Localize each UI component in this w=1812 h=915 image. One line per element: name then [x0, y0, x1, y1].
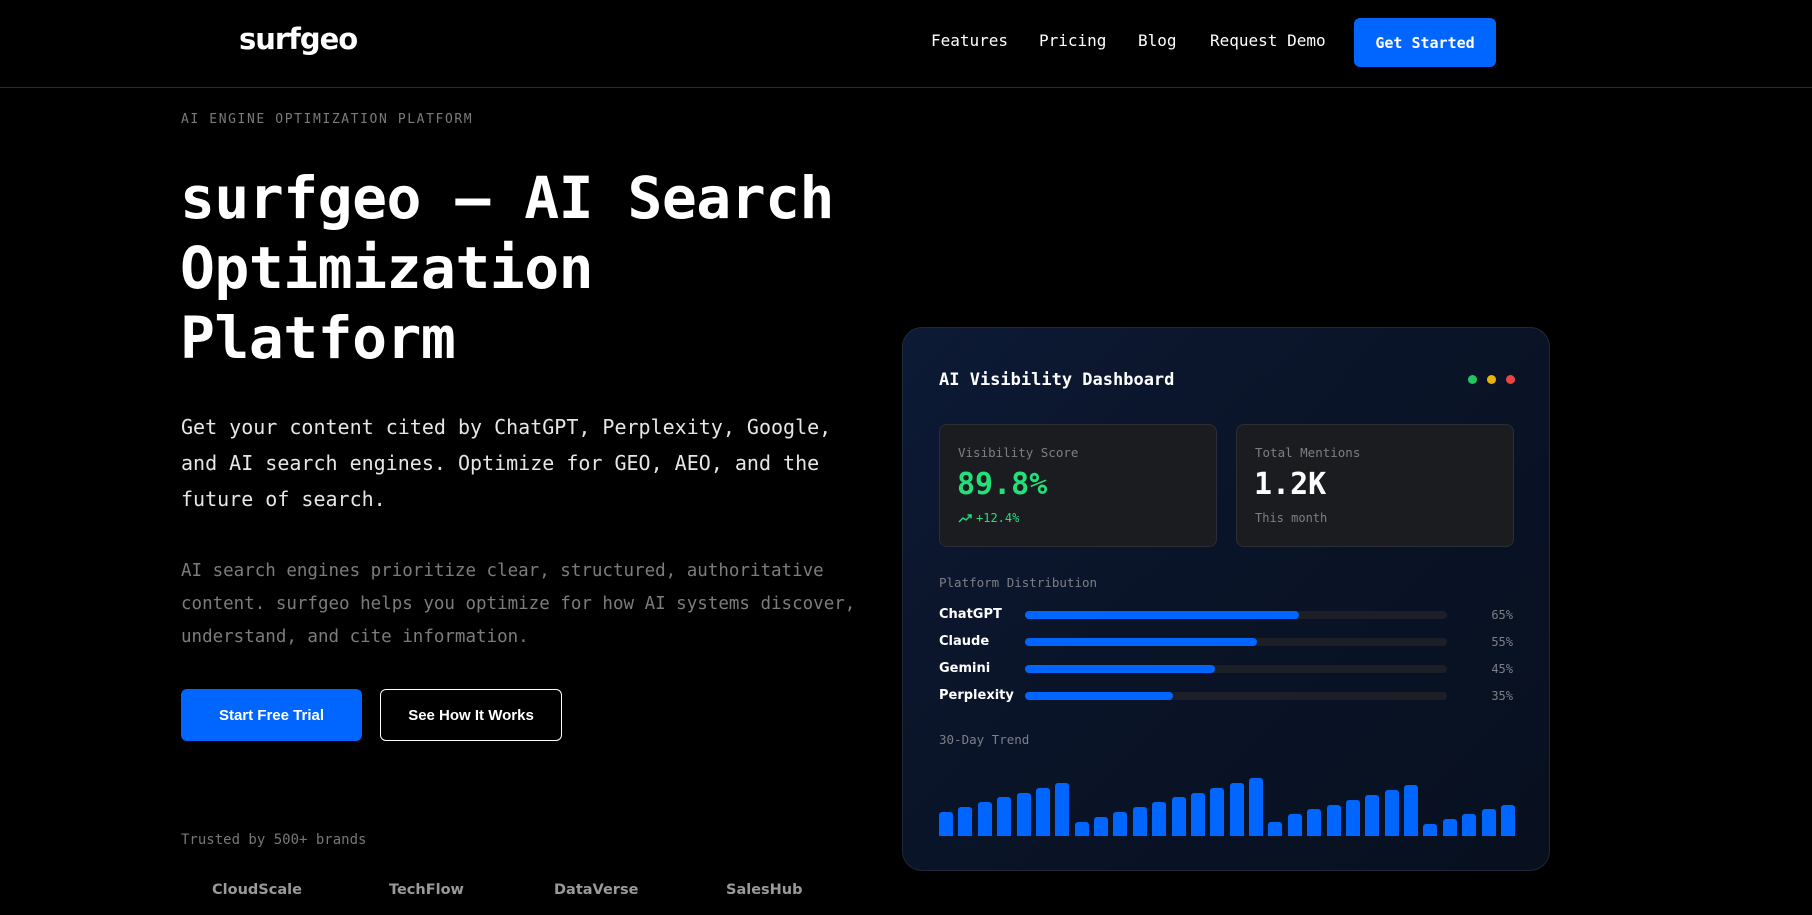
trend-bar [1268, 821, 1283, 836]
visibility-score-card: Visibility Score 89.8% +12.4% [939, 424, 1217, 547]
trend-bar [1055, 782, 1070, 836]
dashboard-title: AI Visibility Dashboard [939, 370, 1175, 390]
trend-bar [1481, 809, 1496, 836]
trusted-label: Trusted by 500+ brands [181, 832, 367, 848]
total-mentions-label: Total Mentions [1255, 445, 1361, 460]
platform-percent: 55% [1491, 635, 1513, 649]
total-mentions-foot: This month [1255, 511, 1328, 525]
trend-bar [1190, 792, 1205, 836]
platform-bar-track [1025, 665, 1447, 673]
platform-bar-track [1025, 692, 1447, 700]
nav-link-request-demo[interactable]: Request Demo [1210, 31, 1326, 50]
start-free-trial-button[interactable]: Start Free Trial [181, 689, 362, 741]
trend-bar [1035, 787, 1050, 836]
trend-bar [1384, 790, 1399, 836]
hero-lead: Get your content cited by ChatGPT, Perpl… [181, 415, 832, 511]
window-dot-green [1468, 375, 1477, 384]
trend-bar [1404, 785, 1419, 836]
platform-percent: 65% [1491, 608, 1513, 622]
trend-bar [1287, 814, 1302, 836]
platform-distribution-label: Platform Distribution [939, 575, 1098, 590]
platform-percent: 45% [1491, 662, 1513, 676]
platform-bar-fill [1025, 665, 1215, 673]
trending-up-icon [958, 514, 972, 523]
trend-bar [1307, 809, 1322, 836]
trend-bar [1345, 799, 1360, 836]
trend-bar [1442, 819, 1457, 836]
visibility-score-label: Visibility Score [958, 445, 1079, 460]
nav-link-blog[interactable]: Blog [1138, 31, 1177, 50]
trend-bar [1132, 807, 1147, 836]
trend-bar [1113, 811, 1128, 836]
brand-logo-dataverse: DataVerse [554, 882, 639, 898]
trend-bar [1152, 802, 1167, 836]
visibility-change-text: +12.4% [976, 511, 1020, 525]
logo[interactable]: surfgeo [239, 22, 358, 56]
trend-bar [1365, 794, 1380, 836]
platform-bar-track [1025, 611, 1447, 619]
trend-bar [1326, 804, 1341, 836]
platform-bar-fill [1025, 611, 1300, 619]
trend-bar [1462, 814, 1477, 836]
brand-logo-techflow: TechFlow [389, 882, 464, 898]
nav-link-pricing[interactable]: Pricing [1039, 31, 1106, 50]
trend-bar [1423, 823, 1438, 836]
brand-logo-saleshub: SalesHub [726, 882, 803, 898]
hero-headline: surfgeo — AI Search Optimization Platfor… [180, 164, 834, 372]
hero-eyebrow: AI ENGINE OPTIMIZATION PLATFORM [181, 112, 474, 127]
platform-bar-fill [1025, 638, 1258, 646]
see-how-it-works-button[interactable]: See How It Works [380, 689, 562, 741]
trend-bar [997, 797, 1012, 836]
get-started-button[interactable]: Get Started [1354, 18, 1496, 67]
trend-label: 30-Day Trend [939, 732, 1030, 747]
trend-bar [1229, 782, 1244, 836]
nav-link-features[interactable]: Features [931, 31, 1008, 50]
hero-subtext: AI search engines prioritize clear, stru… [181, 561, 856, 647]
trend-bar [977, 802, 992, 836]
visibility-score-value: 89.8% [957, 467, 1048, 502]
trend-bar [1074, 821, 1089, 836]
platform-name: Gemini [939, 661, 991, 676]
platform-name: Perplexity [939, 688, 1014, 703]
platform-bar-track [1025, 638, 1447, 646]
trend-bar [1501, 804, 1515, 836]
platform-percent: 35% [1491, 689, 1513, 703]
window-dot-yellow [1487, 375, 1496, 384]
platform-bar-fill [1025, 692, 1173, 700]
trend-bar [1171, 797, 1186, 836]
trend-bar [1249, 778, 1264, 836]
trend-bar [1094, 816, 1109, 836]
trend-chart [939, 778, 1515, 836]
top-nav: surfgeo Features Pricing Blog Request De… [0, 0, 1812, 88]
dashboard-card: AI Visibility Dashboard Visibility Score… [902, 327, 1550, 871]
trend-bar [1016, 792, 1031, 836]
platform-name: ChatGPT [939, 607, 1002, 622]
trend-bar [958, 807, 973, 836]
total-mentions-card: Total Mentions 1.2K This month [1236, 424, 1514, 547]
window-dot-red [1506, 375, 1515, 384]
trend-bar [939, 811, 953, 836]
visibility-score-change: +12.4% [958, 511, 1019, 525]
platform-name: Claude [939, 634, 990, 649]
trend-bar [1210, 787, 1225, 836]
total-mentions-value: 1.2K [1254, 467, 1327, 502]
brand-logo-cloudscale: CloudScale [212, 882, 302, 898]
